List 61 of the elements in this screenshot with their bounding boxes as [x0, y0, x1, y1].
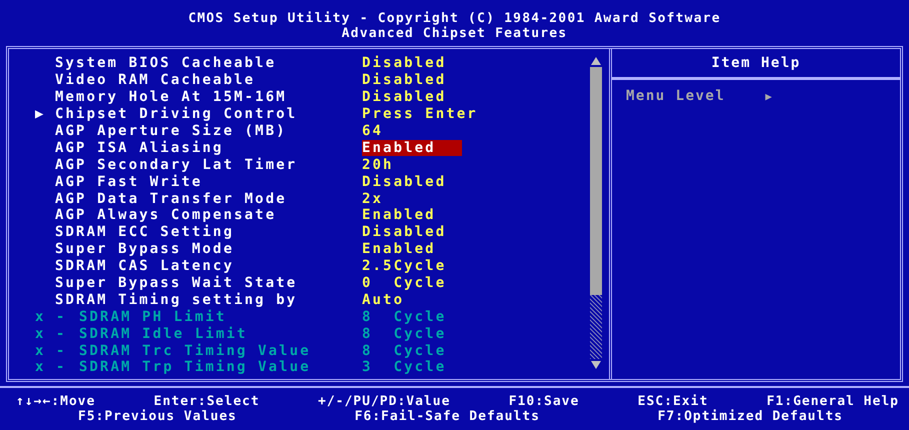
- setting-label: AGP Aperture Size (MB): [55, 123, 288, 139]
- setting-value[interactable]: 2.5Cycle: [362, 258, 452, 274]
- key-hint: +/-/PU/PD:Value: [318, 394, 450, 409]
- setting-label: Super Bypass Wait State: [55, 275, 298, 292]
- setting-value[interactable]: 3 Cycle: [362, 359, 452, 376]
- scroll-thumb[interactable]: [590, 67, 602, 295]
- setting-label: AGP Fast Write: [55, 174, 204, 190]
- setting-label: Super Bypass Mode: [55, 241, 235, 258]
- setting-label: SDRAM PH Limit: [79, 308, 228, 325]
- setting-value[interactable]: Enabled: [362, 241, 442, 258]
- setting-label: Chipset Driving Control: [55, 106, 298, 122]
- help-marker: ▶: [765, 89, 774, 105]
- setting-value[interactable]: Press Enter: [362, 106, 484, 122]
- setting-value[interactable]: 0 Cycle: [362, 275, 452, 292]
- setting-value[interactable]: 2x: [362, 190, 390, 207]
- setting-label: AGP Always Compensate: [55, 207, 278, 224]
- setting-value[interactable]: 8 Cycle: [362, 326, 452, 342]
- setting-label: SDRAM CAS Latency: [55, 258, 235, 274]
- scroll-up-icon[interactable]: [591, 57, 601, 65]
- key-hint: F6:Fail-Safe Defaults: [354, 409, 540, 424]
- key-hint: ↑↓→←:Move: [16, 394, 96, 409]
- setting-label: SDRAM Idle Limit: [79, 326, 248, 342]
- setting-label: Memory Hole At 15M-16M: [55, 89, 288, 106]
- row-marker: x -: [35, 342, 67, 359]
- scrollbar[interactable]: [589, 55, 603, 371]
- setting-label: AGP Secondary Lat Timer: [55, 156, 298, 173]
- setting-value[interactable]: Disabled: [362, 89, 452, 106]
- row-marker: x -: [35, 359, 67, 376]
- window-title: CMOS Setup Utility - Copyright (C) 1984-2001 Award Software: [188, 11, 721, 26]
- setting-label: SDRAM Timing setting by: [55, 292, 298, 308]
- setting-value[interactable]: 8 Cycle: [362, 342, 452, 359]
- setting-value[interactable]: Disabled: [362, 55, 452, 72]
- setting-label: Video RAM Cacheable: [55, 72, 256, 88]
- setting-label: System BIOS Cacheable: [55, 55, 278, 72]
- row-marker: ▶: [35, 106, 46, 122]
- setting-label: SDRAM Trc Timing Value: [79, 342, 312, 359]
- key-hint: Enter:Select: [154, 394, 260, 409]
- setting-value[interactable]: Disabled: [362, 174, 452, 190]
- setting-value[interactable]: Auto: [362, 292, 410, 308]
- scroll-down-icon[interactable]: [591, 361, 601, 369]
- setting-value[interactable]: Disabled: [362, 72, 452, 88]
- setting-value[interactable]: 64: [362, 123, 390, 139]
- key-hint: F5:Previous Values: [78, 409, 237, 424]
- setting-value[interactable]: 20h: [362, 156, 400, 173]
- help-text: Menu Level: [626, 88, 726, 106]
- setting-label: AGP Data Transfer Mode: [55, 190, 288, 207]
- setting-label: AGP ISA Aliasing: [55, 140, 224, 156]
- row-marker: x -: [35, 308, 67, 325]
- key-hint: ESC:Exit: [638, 394, 708, 409]
- setting-value[interactable]: Enabled: [362, 140, 462, 156]
- help-title: Item Help: [711, 55, 801, 71]
- key-hint: F1:General Help: [766, 394, 899, 409]
- row-marker: x -: [35, 326, 67, 342]
- setting-value[interactable]: Disabled: [362, 224, 452, 240]
- setting-value[interactable]: Enabled: [362, 207, 442, 224]
- setting-label: SDRAM Trp Timing Value: [79, 359, 312, 376]
- key-hint: F10:Save: [508, 394, 580, 409]
- setting-label: SDRAM ECC Setting: [55, 224, 235, 240]
- setting-value[interactable]: 8 Cycle: [362, 308, 452, 325]
- key-hint: F7:Optimized Defaults: [658, 409, 843, 424]
- page-title: Advanced Chipset Features: [342, 26, 568, 41]
